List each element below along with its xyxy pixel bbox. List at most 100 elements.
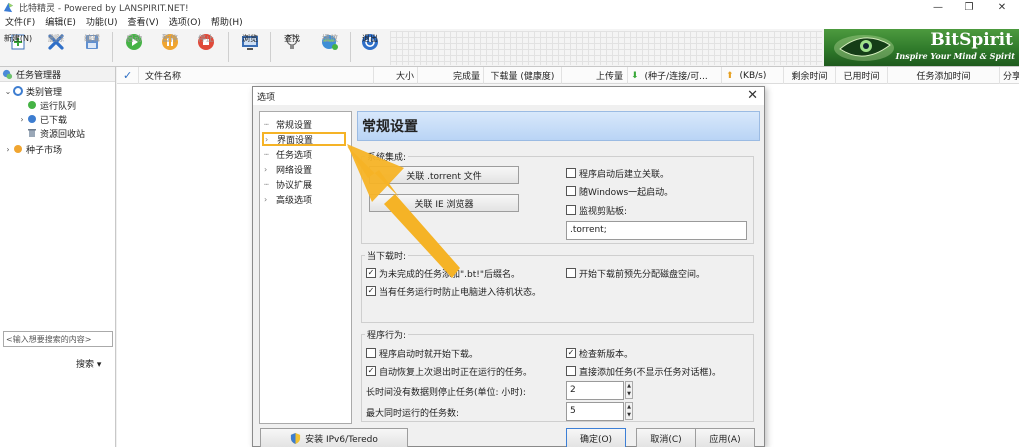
menu-bar: 文件(F) 编辑(E) 功能(U) 查看(V) 选项(O) 帮助(H)	[0, 14, 1019, 29]
toolbar-separator	[112, 32, 113, 62]
tree-item-run-queue[interactable]: 运行队列	[18, 98, 76, 112]
nav-general-settings[interactable]: ┄ 常规设置	[264, 117, 312, 131]
menu-file[interactable]: 文件(F)	[0, 15, 40, 28]
menu-function[interactable]: 功能(U)	[81, 15, 123, 28]
col-upload[interactable]: 上传量	[562, 67, 628, 84]
chk-direct-add[interactable]: 直接添加任务(不显示任务对话框)。	[566, 365, 721, 378]
stop-button[interactable]: 停止	[188, 31, 224, 65]
bitspirit-logo-icon	[834, 35, 894, 61]
chk-start-with-windows[interactable]: 随Windows一起启动。	[566, 185, 673, 198]
ok-button[interactable]: 确定(O)	[566, 428, 626, 447]
toolbar: 新建(N) 删除 编辑 启动 暂停 停止 浏览 查找 播放 退出 BitSpir…	[0, 29, 1019, 67]
menu-options[interactable]: 选项(O)	[164, 15, 206, 28]
exit-button[interactable]: 退出	[352, 31, 388, 65]
menu-edit[interactable]: 编辑(E)	[40, 15, 81, 28]
system-integration-label: 系统集成:	[365, 150, 409, 163]
recycle-bin-icon	[28, 129, 36, 137]
search-input[interactable]: <输入想要搜索的内容>	[3, 331, 113, 347]
toolbar-grip-area	[390, 31, 822, 65]
col-speed[interactable]: ⬆ (KB/s)	[722, 67, 784, 84]
select-all-check-icon[interactable]: ✓	[123, 67, 139, 84]
options-content: 常规设置 系统集成: 关联 .torrent 文件 关联 IE 浏览器 程序启动…	[357, 111, 760, 424]
cancel-button[interactable]: 取消(C)	[636, 428, 696, 447]
new-button[interactable]: 新建(N)	[0, 31, 36, 65]
chk-prevent-standby[interactable]: ✓ 当有任务运行时防止电脑进入待机状态。	[366, 285, 541, 298]
minimize-button[interactable]: —	[921, 0, 955, 14]
tree-item-torrent-market[interactable]: › 种子市场	[4, 142, 62, 156]
program-behavior-label: 程序行为:	[365, 328, 409, 341]
col-share[interactable]: 分享	[1000, 67, 1019, 84]
bitspirit-banner: BitSpirit Inspire Your Mind & Spirit	[824, 29, 1019, 66]
collapse-arrow-icon[interactable]: ⌄	[4, 87, 12, 96]
col-file-name[interactable]: 文件名称	[141, 67, 374, 84]
col-completed[interactable]: 完成量	[418, 67, 484, 84]
uac-shield-icon	[291, 432, 301, 444]
pause-button[interactable]: 暂停	[152, 31, 188, 65]
delete-button[interactable]: 删除	[38, 31, 74, 65]
dialog-close-icon[interactable]: ✕	[747, 88, 758, 103]
nav-network-settings[interactable]: › 网络设置	[264, 162, 312, 176]
max-tasks-spinner[interactable]: ▲ ▼	[625, 402, 633, 420]
browse-button[interactable]: 浏览	[232, 31, 268, 65]
col-elapsed-time[interactable]: 已用时间	[836, 67, 888, 84]
col-size[interactable]: 大小	[374, 67, 418, 84]
idle-stop-hours-input[interactable]: 2	[566, 381, 624, 400]
expand-arrow-icon: ›	[265, 134, 269, 144]
col-download-health[interactable]: 下载量 (健康度)	[484, 67, 562, 84]
task-manager-header: 任务管理器	[0, 67, 115, 82]
clipboard-extension-input[interactable]: .torrent;	[566, 221, 747, 240]
run-queue-icon	[28, 101, 36, 109]
assoc-ie-button[interactable]: 关联 IE 浏览器	[369, 194, 519, 212]
menu-view[interactable]: 查看(V)	[123, 15, 164, 28]
chk-monitor-clipboard[interactable]: 监视剪贴板:	[566, 204, 627, 217]
brand-tagline: Inspire Your Mind & Spirit	[895, 51, 1015, 61]
max-tasks-label: 最大同时运行的任务数:	[366, 409, 460, 419]
expand-arrow-icon: ›	[264, 164, 268, 174]
install-ipv6-button[interactable]: 安装 IPv6/Teredo	[260, 428, 408, 447]
close-button[interactable]: ✕	[985, 0, 1019, 14]
col-seeds-connections[interactable]: ⬇ (种子/连接/可...	[628, 67, 722, 84]
expand-arrow-icon[interactable]: ›	[4, 145, 12, 154]
chk-auto-resume[interactable]: ✓ 自动恢复上次退出时正在运行的任务。	[366, 365, 532, 378]
spin-down-icon: ▼	[627, 391, 631, 397]
task-manager-icon	[2, 69, 13, 79]
chk-add-bt-extension[interactable]: ✓ 为未完成的任务添加".bt!"后缀名。	[366, 267, 520, 280]
downloaded-icon	[28, 115, 36, 123]
find-button[interactable]: 查找	[274, 31, 310, 65]
chk-preallocate-disk[interactable]: 开始下载前预先分配磁盘空间。	[566, 267, 705, 280]
nav-interface-settings[interactable]: › 界面设置	[262, 132, 346, 146]
edit-button[interactable]: 编辑	[74, 31, 110, 65]
chk-startup-assoc[interactable]: 程序启动后建立关联。	[566, 167, 669, 180]
apply-button[interactable]: 应用(A)	[695, 428, 755, 447]
nav-protocol-extensions[interactable]: ┄ 协议扩展	[264, 177, 312, 191]
toolbar-separator	[228, 32, 229, 62]
nav-advanced-options[interactable]: › 高级选项	[264, 192, 312, 206]
menu-help[interactable]: 帮助(H)	[206, 15, 248, 28]
chk-check-new-version[interactable]: ✓ 检查新版本。	[566, 347, 633, 360]
spin-down-icon: ▼	[627, 412, 631, 418]
tree-item-recycle-bin[interactable]: 资源回收站	[18, 126, 85, 140]
nav-task-options[interactable]: ┄ 任务选项	[264, 147, 312, 161]
col-remaining-time[interactable]: 剩余时间	[784, 67, 836, 84]
start-button[interactable]: 启动	[116, 31, 152, 65]
upload-arrow-icon: ⬆	[726, 70, 734, 81]
spin-up-icon: ▲	[627, 383, 631, 389]
dialog-title-bar: 选项 ✕	[253, 87, 764, 105]
tree-item-downloaded[interactable]: › 已下载	[18, 112, 67, 126]
tree-item-category[interactable]: ⌄ 类别管理	[4, 84, 62, 98]
restore-button[interactable]: ❐	[952, 0, 986, 14]
task-list-header: ✓ 文件名称 大小 完成量 下载量 (健康度) 上传量 ⬇ (种子/连接/可..…	[117, 67, 1019, 84]
torrent-market-icon	[14, 145, 22, 153]
col-added-time[interactable]: 任务添加时间	[888, 67, 1000, 84]
max-tasks-input[interactable]: 5	[566, 402, 624, 421]
category-icon	[13, 86, 23, 96]
options-dialog: 选项 ✕ ┄ 常规设置 › 界面设置 ┄ 任务选项 › 网络设置 ┄ 协议扩展 › 高级选项…	[252, 86, 765, 447]
assoc-torrent-button[interactable]: 关联 .torrent 文件	[369, 166, 519, 184]
chk-start-on-launch[interactable]: 程序启动时就开始下载。	[366, 347, 478, 360]
expand-arrow-icon[interactable]: ›	[18, 115, 26, 124]
toolbar-separator	[270, 32, 271, 62]
options-nav-tree: ┄ 常规设置 › 界面设置 ┄ 任务选项 › 网络设置 ┄ 协议扩展 › 高级选项	[259, 111, 352, 424]
search-button[interactable]: 搜索 ▾	[76, 357, 101, 370]
idle-stop-spinner[interactable]: ▲ ▼	[625, 381, 633, 399]
play-button[interactable]: 播放	[312, 31, 348, 65]
